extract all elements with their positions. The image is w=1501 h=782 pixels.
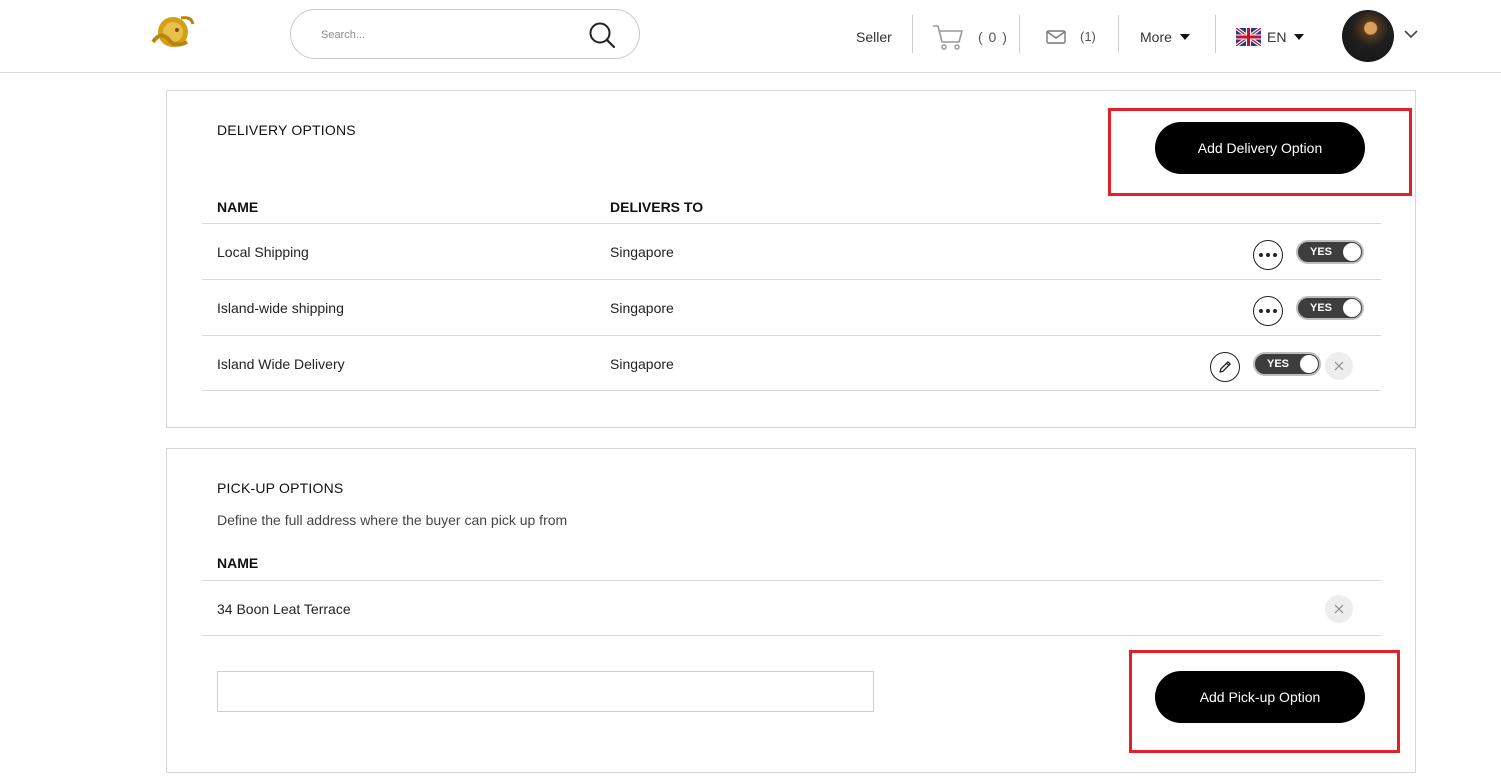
seller-label: Seller [856, 28, 892, 45]
pickup-options-title: PICK-UP OPTIONS [217, 480, 344, 496]
messages-link[interactable]: (1) [1046, 0, 1096, 73]
edit-pencil-icon[interactable] [1210, 352, 1240, 382]
pencil-icon [1219, 361, 1231, 373]
table-row: Island-wide shipping Singapore YES [202, 279, 1381, 335]
caret-down-icon [1179, 33, 1190, 40]
table-row: 34 Boon Leat Terrace [202, 580, 1381, 636]
toggle-knob [1300, 355, 1318, 373]
search-input[interactable] [321, 24, 581, 46]
delivery-destination: Singapore [610, 300, 674, 316]
lion-logo-icon [151, 16, 195, 47]
close-icon [1334, 361, 1344, 371]
delivery-name: Local Shipping [217, 244, 309, 260]
pickup-address: 34 Boon Leat Terrace [217, 601, 351, 617]
more-dropdown[interactable]: More [1140, 0, 1190, 73]
user-avatar[interactable] [1342, 10, 1394, 62]
nav-divider [912, 15, 913, 53]
search-bar [290, 9, 640, 59]
pickup-options-description: Define the full address where the buyer … [217, 512, 568, 528]
add-delivery-option-button[interactable]: Add Delivery Option [1155, 122, 1365, 174]
top-header: Seller ( 0 ) (1) More EN [0, 0, 1501, 73]
delete-close-icon[interactable] [1325, 352, 1353, 380]
delivery-name: Island Wide Delivery [217, 356, 345, 372]
enabled-toggle[interactable]: YES [1296, 296, 1364, 320]
enabled-toggle[interactable]: YES [1253, 352, 1321, 376]
column-header-name: NAME [217, 199, 259, 215]
delete-close-icon[interactable] [1325, 595, 1353, 623]
pickup-options-panel: PICK-UP OPTIONS Define the full address … [166, 448, 1416, 773]
mail-count: (1) [1080, 29, 1096, 44]
close-icon [1334, 604, 1344, 614]
toggle-knob [1343, 299, 1361, 317]
uk-flag-icon [1236, 27, 1261, 46]
delivery-options-title: DELIVERY OPTIONS [217, 122, 356, 138]
golden-lion-logo[interactable] [147, 12, 197, 54]
mail-icon [1046, 29, 1066, 44]
column-header-name: NAME [217, 555, 259, 571]
cart-icon [933, 24, 963, 50]
column-header-delivers-to: DELIVERS TO [610, 199, 704, 215]
chevron-down-icon[interactable] [1403, 26, 1419, 42]
toggle-label: YES [1267, 358, 1290, 370]
add-pickup-option-button[interactable]: Add Pick-up Option [1155, 671, 1365, 723]
more-options-icon[interactable] [1253, 296, 1283, 326]
delivery-name: Island-wide shipping [217, 300, 344, 316]
pickup-address-input[interactable] [217, 671, 874, 712]
seller-link[interactable]: Seller [856, 0, 892, 73]
language-label: EN [1267, 28, 1287, 45]
table-row: Island Wide Delivery Singapore YES [202, 335, 1381, 391]
more-label: More [1140, 28, 1172, 45]
nav-divider [1118, 15, 1119, 53]
delivery-destination: Singapore [610, 356, 674, 372]
delivery-options-panel: DELIVERY OPTIONS Add Delivery Option NAM… [166, 90, 1416, 428]
delivery-destination: Singapore [610, 244, 674, 260]
search-icon[interactable] [588, 21, 616, 49]
nav-divider [1215, 15, 1216, 53]
nav-divider [1019, 15, 1020, 53]
caret-down-icon [1294, 33, 1305, 40]
toggle-label: YES [1310, 302, 1333, 314]
cart-link[interactable]: ( 0 ) [932, 0, 1008, 73]
more-options-icon[interactable] [1253, 240, 1283, 270]
toggle-label: YES [1310, 246, 1333, 258]
cart-count: ( 0 ) [978, 28, 1008, 45]
language-dropdown[interactable]: EN [1236, 0, 1305, 73]
enabled-toggle[interactable]: YES [1296, 240, 1364, 264]
table-row: Local Shipping Singapore YES [202, 223, 1381, 279]
toggle-knob [1343, 243, 1361, 261]
